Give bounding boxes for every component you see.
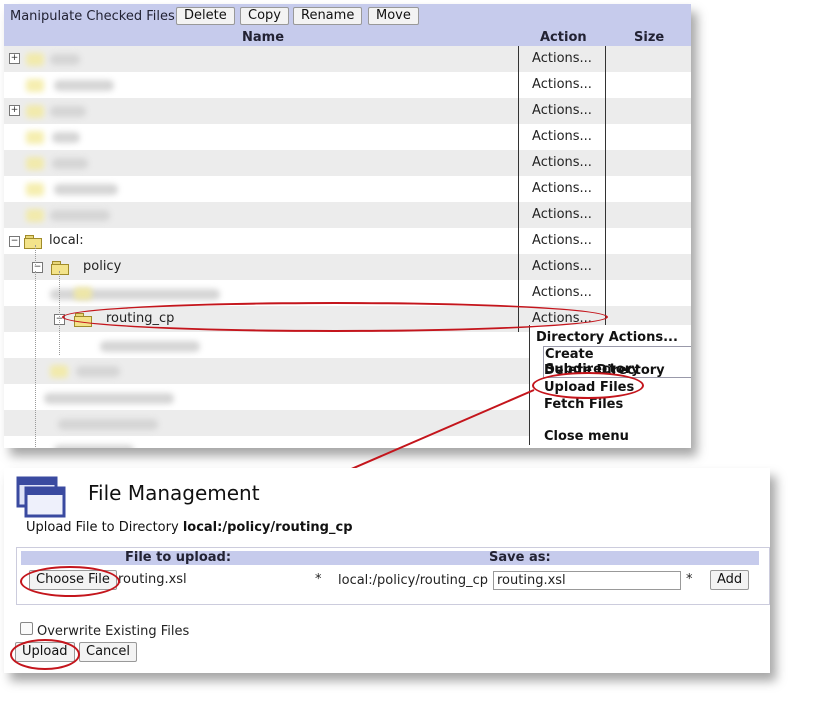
overwrite-label: Overwrite Existing Files <box>37 624 190 639</box>
required-mark: * <box>686 572 693 587</box>
chosen-file-name: routing.xsl <box>118 572 187 587</box>
add-button[interactable]: Add <box>710 570 750 590</box>
highlight-oval-choose-file <box>20 566 120 597</box>
upload-directory-prefix: Upload File to Directory <box>26 520 179 535</box>
highlight-oval-upload <box>10 639 80 670</box>
file-management-icon <box>16 476 66 518</box>
upload-form: File to upload: Save as: Choose File rou… <box>16 547 770 605</box>
save-as-header: Save as: <box>489 550 551 565</box>
upload-form-header: File to upload: Save as: <box>21 550 759 565</box>
cancel-button[interactable]: Cancel <box>79 642 138 662</box>
file-to-upload-header: File to upload: <box>125 550 232 565</box>
file-management-panel: File Management Upload File to Directory… <box>4 468 770 673</box>
upload-directory-line: Upload File to Directory local:/policy/r… <box>26 520 353 535</box>
upload-directory-path: local:/policy/routing_cp <box>182 520 353 535</box>
overwrite-checkbox[interactable] <box>20 622 33 635</box>
save-as-input[interactable] <box>493 571 681 590</box>
page-title: File Management <box>88 481 260 505</box>
required-mark: * <box>315 572 322 587</box>
save-directory: local:/policy/routing_cp <box>338 573 489 588</box>
